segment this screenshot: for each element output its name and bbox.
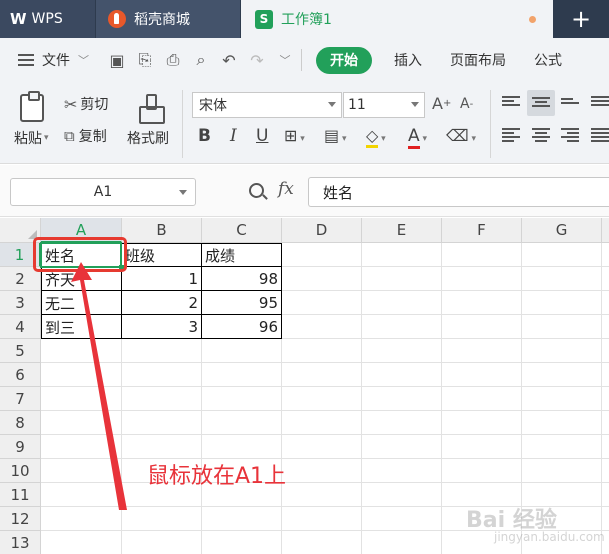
font-color-button[interactable]: A ▾ <box>408 126 427 149</box>
undo-icon[interactable]: ↶ <box>219 51 239 70</box>
format-painter-button[interactable]: 格式刷 <box>127 128 169 148</box>
paste-label: 粘贴 <box>14 131 42 147</box>
eraser-icon: ⌫ <box>446 126 469 145</box>
name-box[interactable]: A1 <box>10 178 196 206</box>
align-middle-button[interactable] <box>527 90 555 116</box>
wps-logo-icon: W <box>10 10 27 28</box>
chevron-down-icon: ﹀ <box>78 54 89 67</box>
justify-icon[interactable] <box>591 128 609 142</box>
worksheet-grid[interactable]: A B C D E F G 1 2 3 4 5 6 7 8 9 10 11 12… <box>0 218 609 554</box>
watermark-sub: jingyan.baidu.com <box>494 530 605 544</box>
redo-icon[interactable]: ↷ <box>247 51 267 70</box>
tab-wps-label: WPS <box>31 11 63 27</box>
tab-page-layout[interactable]: 页面布局 <box>436 50 520 70</box>
bold-button[interactable]: B <box>198 126 211 146</box>
scissors-icon: ✂ <box>64 94 78 114</box>
font-name-select[interactable]: 宋体 <box>192 92 342 118</box>
tab-workbook[interactable]: S 工作簿1 <box>241 0 553 38</box>
paste-dropdown-icon: ▾ <box>44 133 49 143</box>
align-left-icon[interactable] <box>502 128 520 142</box>
font-dropdown-icon <box>328 102 336 107</box>
wps-window: W WPS 稻壳商城 S 工作簿1 + 文件 ﹀ ▣ ⎘ ⎙ ⌕ ↶ ↷ ﹀ 开… <box>0 0 609 554</box>
font-size-value: 11 <box>348 97 366 113</box>
print-icon[interactable]: ⎙ <box>163 50 183 70</box>
copy-button[interactable]: ⧉ 复制 <box>64 126 107 146</box>
print-preview-icon[interactable]: ⌕ <box>191 50 211 70</box>
tab-daoke-label: 稻壳商城 <box>134 12 190 28</box>
tab-workbook-label: 工作簿1 <box>281 12 332 28</box>
borders-button[interactable]: ⊞ ▾ <box>284 126 305 145</box>
formula-bar: A1 fx 姓名 <box>0 165 609 217</box>
tab-home[interactable]: 开始 <box>316 46 372 74</box>
export-pdf-icon[interactable]: ⎘ <box>135 50 155 70</box>
paste-button[interactable]: 粘贴 ▾ <box>14 128 49 148</box>
new-tab-button[interactable]: + <box>553 0 609 38</box>
menu-divider <box>301 49 302 71</box>
copy-label: 复制 <box>78 129 107 145</box>
font-name-value: 宋体 <box>199 98 227 114</box>
increase-font-button[interactable]: A + <box>432 94 451 113</box>
tab-insert[interactable]: 插入 <box>380 50 436 70</box>
ribbon-divider-2 <box>490 90 491 158</box>
save-icon[interactable]: ▣ <box>107 51 127 70</box>
fill-color-button[interactable]: ◇ ▾ <box>366 126 386 148</box>
baidu-watermark: Bai 经验 jingyan.baidu.com <box>466 502 605 544</box>
size-dropdown-icon <box>411 102 419 107</box>
name-box-dropdown-icon <box>179 190 187 195</box>
underline-button[interactable]: U <box>256 126 268 146</box>
zoom-search-icon[interactable] <box>249 183 264 198</box>
daoke-logo-icon <box>108 10 126 28</box>
indent-icon[interactable] <box>591 96 609 110</box>
tab-formulas[interactable]: 公式 <box>520 50 576 70</box>
italic-button[interactable]: I <box>230 126 237 146</box>
font-size-select[interactable]: 11 <box>343 92 425 118</box>
ribbon-tabs: 开始 插入 页面布局 公式 <box>316 46 576 74</box>
ribbon-home: 粘贴 ▾ ✂ 剪切 ⧉ 复制 格式刷 宋体 11 A + A- B I U ⊞ ▾… <box>0 82 609 164</box>
unsaved-dot-icon <box>529 16 536 23</box>
title-tab-bar: W WPS 稻壳商城 S 工作簿1 + <box>0 0 609 38</box>
align-middle-icon <box>532 97 550 111</box>
paste-icon[interactable] <box>20 91 44 122</box>
more-chevron-icon[interactable]: ﹀ <box>275 52 295 68</box>
fill-style-icon: ▤ <box>324 126 340 145</box>
file-menu-label: 文件 <box>42 53 70 69</box>
paint-bucket-icon: ◇ <box>366 126 379 148</box>
decrease-font-button[interactable]: A- <box>460 96 473 112</box>
cut-label: 剪切 <box>80 97 109 113</box>
cut-button[interactable]: ✂ 剪切 <box>64 94 108 114</box>
file-menu-button[interactable]: 文件 ﹀ <box>18 50 89 70</box>
quick-access-toolbar: ▣ ⎘ ⎙ ⌕ ↶ ↷ ﹀ <box>107 50 295 70</box>
spreadsheet-icon: S <box>255 9 273 29</box>
align-bottom-icon[interactable] <box>561 98 579 112</box>
copy-icon: ⧉ <box>64 127 75 145</box>
name-box-value: A1 <box>93 184 113 200</box>
annotation-text: 鼠标放在A1上 <box>147 464 287 489</box>
format-painter-label: 格式刷 <box>127 131 169 147</box>
tab-daoke-store[interactable]: 稻壳商城 <box>96 0 240 38</box>
format-painter-icon[interactable] <box>138 94 165 124</box>
hamburger-icon <box>18 54 34 66</box>
menu-bar: 文件 ﹀ ▣ ⎘ ⎙ ⌕ ↶ ↷ ﹀ 开始 插入 页面布局 公式 <box>0 38 609 82</box>
clear-format-button[interactable]: ⌫ ▾ <box>446 126 476 145</box>
borders-icon: ⊞ <box>284 126 298 145</box>
insert-function-button[interactable]: fx <box>278 179 294 199</box>
ribbon-divider <box>182 90 183 158</box>
align-top-icon[interactable] <box>502 96 520 110</box>
font-color-icon: A <box>408 126 420 149</box>
align-right-icon[interactable] <box>561 128 579 142</box>
fill-style-button[interactable]: ▤ ▾ <box>324 126 347 145</box>
formula-input[interactable]: 姓名 <box>308 177 609 207</box>
tab-wps-home[interactable]: W WPS <box>0 0 95 38</box>
align-center-icon[interactable] <box>532 128 550 142</box>
